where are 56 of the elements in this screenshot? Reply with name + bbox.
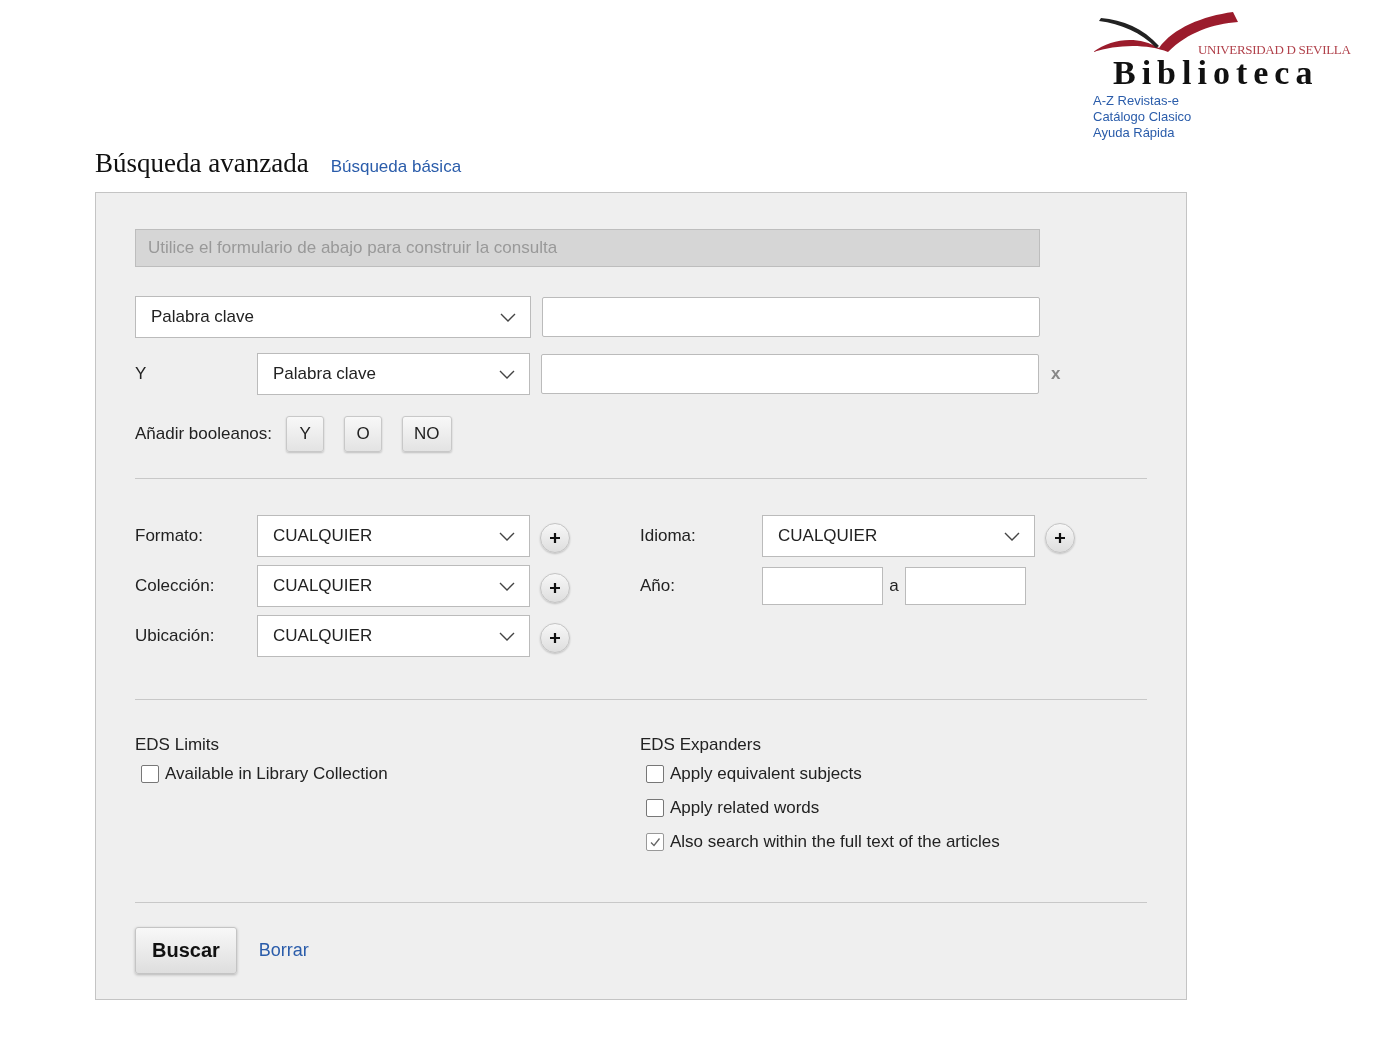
option-label[interactable]: Apply related words bbox=[670, 798, 820, 818]
header-link[interactable]: Ayuda Rápida bbox=[1093, 125, 1175, 141]
chevron-down-icon bbox=[500, 312, 516, 322]
basic-search-link[interactable]: Búsqueda básica bbox=[330, 157, 462, 177]
add-filter-button[interactable] bbox=[540, 523, 570, 553]
field-dropdown[interactable]: Palabra clave bbox=[257, 353, 530, 395]
filter-label: Formato: bbox=[135, 526, 205, 546]
filter-dropdown[interactable]: CUALQUIER bbox=[762, 515, 1035, 557]
chevron-down-icon bbox=[499, 531, 515, 541]
add-filter-button[interactable] bbox=[1045, 523, 1075, 553]
section-title: EDS Limits bbox=[135, 735, 221, 756]
filter-label: Idioma: bbox=[640, 526, 697, 546]
search-input[interactable] bbox=[542, 297, 1040, 337]
checkbox[interactable] bbox=[646, 765, 664, 783]
boolean-button[interactable]: O bbox=[344, 416, 383, 452]
add-filter-button[interactable] bbox=[540, 623, 570, 653]
boolean-label: Añadir booleanos: bbox=[135, 424, 273, 444]
plus-icon bbox=[549, 532, 561, 544]
university-name: UNIVERSIDAD D SEVILLA bbox=[1198, 42, 1351, 58]
boolean-button[interactable]: Y bbox=[286, 416, 325, 452]
header-link[interactable]: A-Z Revistas-e bbox=[1093, 93, 1179, 109]
boolean-button[interactable]: NO bbox=[402, 416, 452, 452]
checkbox[interactable] bbox=[141, 765, 159, 783]
filter-dropdown[interactable]: CUALQUIER bbox=[257, 565, 530, 607]
year-to-input[interactable] bbox=[905, 567, 1026, 605]
library-logo-text: Biblioteca bbox=[1113, 55, 1320, 91]
section-title: EDS Expanders bbox=[640, 735, 762, 756]
search-input[interactable] bbox=[541, 354, 1039, 394]
chevron-down-icon bbox=[1004, 531, 1020, 541]
check-icon bbox=[648, 835, 662, 849]
plus-icon bbox=[549, 582, 561, 594]
filter-label: Colección: bbox=[135, 576, 216, 596]
chevron-down-icon bbox=[499, 581, 515, 591]
operator-label: Y bbox=[135, 364, 148, 384]
chevron-down-icon bbox=[499, 631, 515, 641]
option-label[interactable]: Available in Library Collection bbox=[165, 764, 388, 784]
option-label[interactable]: Also search within the full text of the articles bbox=[670, 832, 1000, 852]
range-separator: a bbox=[888, 576, 900, 596]
checkbox[interactable] bbox=[646, 799, 664, 817]
filter-dropdown[interactable]: CUALQUIER bbox=[257, 615, 530, 657]
checkbox[interactable] bbox=[646, 833, 664, 851]
field-dropdown[interactable]: Palabra clave bbox=[135, 296, 531, 338]
header-link[interactable]: Catálogo Clasico bbox=[1093, 109, 1192, 125]
plus-icon bbox=[549, 632, 561, 644]
page-title: Búsqueda avanzada bbox=[95, 147, 309, 180]
year-from-input[interactable] bbox=[762, 567, 883, 605]
filter-label: Año: bbox=[640, 576, 676, 596]
option-label[interactable]: Apply equivalent subjects bbox=[670, 764, 862, 784]
add-filter-button[interactable] bbox=[540, 573, 570, 603]
clear-link[interactable]: Borrar bbox=[258, 940, 309, 961]
filter-dropdown[interactable]: CUALQUIER bbox=[257, 515, 530, 557]
query-hint: Utilice el formulario de abajo para construir la consulta bbox=[135, 229, 1040, 267]
chevron-down-icon bbox=[499, 369, 515, 379]
filter-label: Ubicación: bbox=[135, 626, 216, 646]
search-button[interactable]: Buscar bbox=[135, 927, 237, 974]
plus-icon bbox=[1054, 532, 1066, 544]
